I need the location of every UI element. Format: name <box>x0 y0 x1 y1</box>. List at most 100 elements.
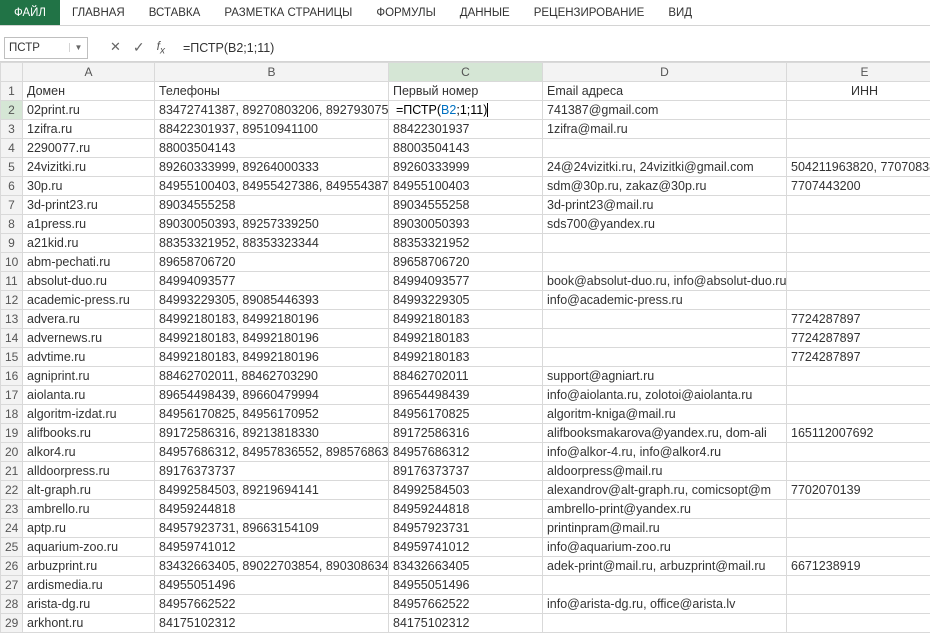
row-header[interactable]: 8 <box>1 215 23 234</box>
cell[interactable]: 3d-print23.ru <box>23 196 155 215</box>
cell[interactable]: 84993229305, 89085446393 <box>155 291 389 310</box>
tab-insert[interactable]: ВСТАВКА <box>137 0 213 25</box>
cell[interactable]: 88353321952 <box>389 234 543 253</box>
row-header[interactable]: 5 <box>1 158 23 177</box>
cell[interactable]: 84959244818 <box>155 500 389 519</box>
cell[interactable] <box>787 215 930 234</box>
cell[interactable]: 89654498439, 89660479994 <box>155 386 389 405</box>
cell[interactable]: support@agniart.ru <box>543 367 787 386</box>
cell[interactable]: info@alkor-4.ru, info@alkor4.ru <box>543 443 787 462</box>
row-header[interactable]: 18 <box>1 405 23 424</box>
row-header[interactable]: 17 <box>1 386 23 405</box>
cell[interactable]: 84959244818 <box>389 500 543 519</box>
cell[interactable]: 6671238919 <box>787 557 930 576</box>
cell[interactable] <box>787 139 930 158</box>
cell[interactable]: 7707443200 <box>787 177 930 196</box>
cell[interactable]: 88422301937, 89510941100 <box>155 120 389 139</box>
cell[interactable] <box>787 253 930 272</box>
col-header-B[interactable]: B <box>155 63 389 82</box>
cell[interactable] <box>543 329 787 348</box>
cell[interactable]: arkhont.ru <box>23 614 155 633</box>
cell[interactable]: 84992584503, 89219694141 <box>155 481 389 500</box>
cell[interactable]: 84994093577 <box>389 272 543 291</box>
cell[interactable]: alkor4.ru <box>23 443 155 462</box>
col-header-A[interactable]: A <box>23 63 155 82</box>
cell[interactable] <box>787 538 930 557</box>
cell[interactable]: abm-pechati.ru <box>23 253 155 272</box>
cell[interactable]: 83472741387, 89270803206, 89279307550 <box>155 101 389 120</box>
cell[interactable]: 504211963820, 7707083893 <box>787 158 930 177</box>
cell[interactable]: 89172586316 <box>389 424 543 443</box>
cell[interactable]: info@aquarium-zoo.ru <box>543 538 787 557</box>
cell[interactable]: sds700@yandex.ru <box>543 215 787 234</box>
cell[interactable]: info@arista-dg.ru, office@arista.lv <box>543 595 787 614</box>
cell[interactable]: aiolanta.ru <box>23 386 155 405</box>
cell[interactable]: ambrello-print@yandex.ru <box>543 500 787 519</box>
tab-file[interactable]: ФАЙЛ <box>0 0 60 25</box>
cell[interactable]: 84992180183, 84992180196 <box>155 310 389 329</box>
cell[interactable]: 89034555258 <box>155 196 389 215</box>
cell[interactable]: 84993229305 <box>389 291 543 310</box>
cell[interactable]: 84955051496 <box>389 576 543 595</box>
confirm-icon[interactable]: ✓ <box>133 39 145 56</box>
cell[interactable]: aldoorpress@mail.ru <box>543 462 787 481</box>
cell[interactable] <box>787 120 930 139</box>
row-header[interactable]: 2 <box>1 101 23 120</box>
cell[interactable] <box>787 386 930 405</box>
cell[interactable]: 84992180183 <box>389 329 543 348</box>
cell[interactable]: advera.ru <box>23 310 155 329</box>
cell[interactable] <box>543 576 787 595</box>
grid[interactable]: A B C D E 1ДоменТелефоныПервый номерEmai… <box>0 62 930 633</box>
row-header[interactable]: 29 <box>1 614 23 633</box>
cell[interactable]: 84956170825, 84956170952 <box>155 405 389 424</box>
cell[interactable]: Первый номер <box>389 82 543 101</box>
row-header[interactable]: 3 <box>1 120 23 139</box>
cell[interactable]: 24vizitki.ru <box>23 158 155 177</box>
active-cell[interactable]: =ПСТР(B2;1;11) <box>389 101 543 120</box>
cell[interactable]: algoritm-kniga@mail.ru <box>543 405 787 424</box>
cell[interactable] <box>787 367 930 386</box>
cell[interactable] <box>787 519 930 538</box>
cell[interactable] <box>787 462 930 481</box>
cell[interactable]: 89654498439 <box>389 386 543 405</box>
row-header[interactable]: 11 <box>1 272 23 291</box>
row-header[interactable]: 28 <box>1 595 23 614</box>
cell[interactable] <box>543 614 787 633</box>
cell[interactable]: 84957686312, 84957836552, 89857686312 <box>155 443 389 462</box>
cell[interactable]: 02print.ru <box>23 101 155 120</box>
tab-home[interactable]: ГЛАВНАЯ <box>60 0 137 25</box>
cell[interactable]: 30p.ru <box>23 177 155 196</box>
row-header[interactable]: 15 <box>1 348 23 367</box>
cell[interactable]: ИНН <box>787 82 930 101</box>
cell[interactable]: 84955100403 <box>389 177 543 196</box>
cell[interactable] <box>543 310 787 329</box>
cell[interactable]: Телефоны <box>155 82 389 101</box>
row-header[interactable]: 1 <box>1 82 23 101</box>
cell[interactable]: 84959741012 <box>155 538 389 557</box>
cell[interactable]: 88003504143 <box>155 139 389 158</box>
row-header[interactable]: 14 <box>1 329 23 348</box>
fx-icon[interactable]: fx <box>157 39 165 56</box>
cell[interactable]: academic-press.ru <box>23 291 155 310</box>
cell[interactable]: 89176373737 <box>155 462 389 481</box>
cell[interactable]: Email адреса <box>543 82 787 101</box>
cell[interactable]: 84992180183, 84992180196 <box>155 348 389 367</box>
cell[interactable]: arista-dg.ru <box>23 595 155 614</box>
cell[interactable] <box>787 405 930 424</box>
cell[interactable] <box>787 101 930 120</box>
cell[interactable]: 24@24vizitki.ru, 24vizitki@gmail.com <box>543 158 787 177</box>
cell[interactable]: ardismedia.ru <box>23 576 155 595</box>
cell[interactable]: 7724287897 <box>787 310 930 329</box>
cell[interactable] <box>543 139 787 158</box>
cell[interactable]: a1press.ru <box>23 215 155 234</box>
cell[interactable]: 84957923731, 89663154109 <box>155 519 389 538</box>
row-header[interactable]: 13 <box>1 310 23 329</box>
row-header[interactable]: 24 <box>1 519 23 538</box>
cell[interactable]: 84957662522 <box>389 595 543 614</box>
cell[interactable]: 7702070139 <box>787 481 930 500</box>
cell[interactable]: adek-print@mail.ru, arbuzprint@mail.ru <box>543 557 787 576</box>
row-header[interactable]: 26 <box>1 557 23 576</box>
cell[interactable] <box>787 196 930 215</box>
cell[interactable]: 7724287897 <box>787 348 930 367</box>
cell[interactable]: absolut-duo.ru <box>23 272 155 291</box>
